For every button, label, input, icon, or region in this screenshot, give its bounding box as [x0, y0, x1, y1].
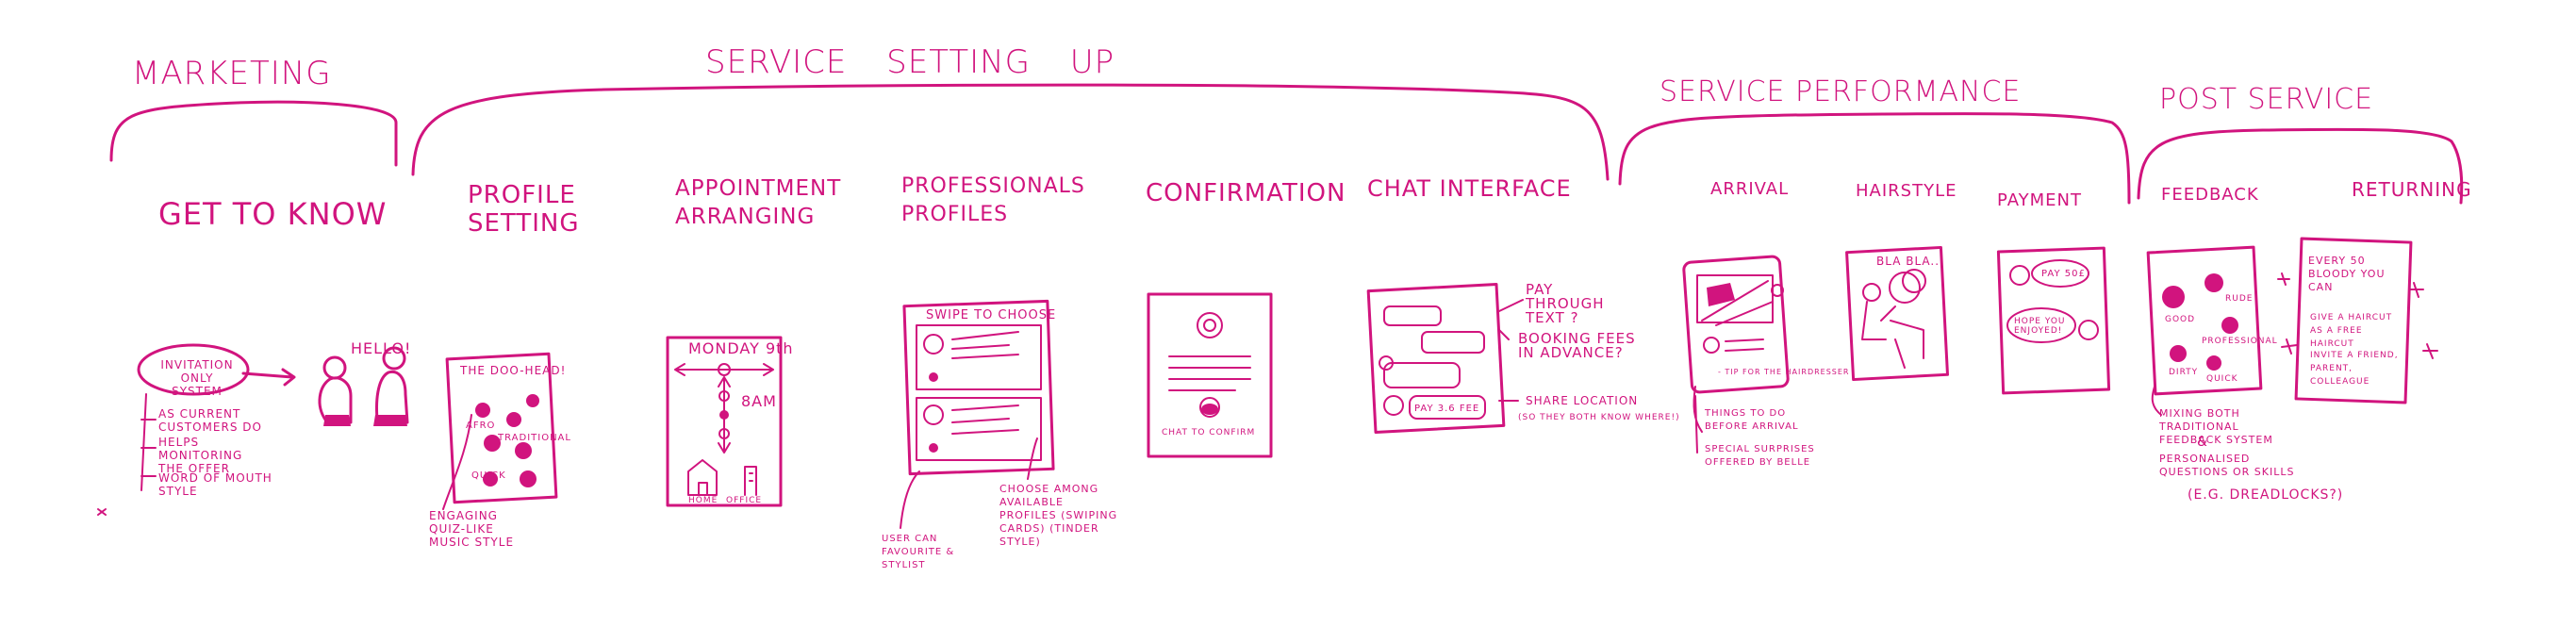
- stage-profile-setting: PROFILE SETTING: [468, 181, 580, 238]
- greeting-text: HELLO!: [351, 339, 412, 357]
- office-icon: [744, 466, 757, 496]
- stage-appointment-arranging: APPOINTMENT ARRANGING: [675, 176, 842, 229]
- arrival-note-1: THINGS TO DO BEFORE ARRIVAL: [1705, 408, 1799, 432]
- brace-service-setting-up: [411, 83, 1610, 181]
- chat-note-booking: BOOKING FEES IN ADVANCE?: [1518, 330, 1636, 361]
- get-to-know-note-2: HELPS MONITORING THE OFFER: [158, 436, 243, 475]
- stage-professionals-profiles: PROFESSIONALS PROFILES: [901, 174, 1085, 226]
- stage-payment: PAYMENT: [1997, 190, 2082, 210]
- chat-note-location: SHARE LOCATION: [1526, 394, 1639, 407]
- feedback-note-amp: &: [2197, 435, 2208, 450]
- feedback-bubble-rude: RUDE: [2225, 294, 2254, 304]
- phase-service-setting-up: SERVICE SETTING UP: [705, 43, 1115, 81]
- payment-bubble-1: PAY 50£: [2041, 269, 2086, 279]
- professionals-screen: [902, 299, 1055, 476]
- feedback-note-3: (E.G. DREADLOCKS?): [2188, 487, 2344, 503]
- feedback-bubble-dirty: DIRTY: [2169, 368, 2199, 377]
- phase-post-service: POST SERVICE: [2159, 83, 2374, 116]
- feedback-bubble-quick: QUICK: [2206, 374, 2238, 384]
- phase-marketing: MARKETING: [132, 55, 332, 92]
- hairstyle-speech: BLA BLA...: [1876, 255, 1944, 268]
- professionals-screen-title: SWIPE TO CHOOSE: [926, 308, 1057, 322]
- profile-screen-title: THE DOO-HEAD!: [460, 364, 567, 377]
- chat-row-text: PAY 3.6 FEE: [1414, 404, 1480, 414]
- feedback-bubble-professional: PROFESSIONAL: [2202, 337, 2278, 346]
- stage-arrival: ARRIVAL: [1710, 179, 1790, 199]
- feedback-note-2: PERSONALISED QUESTIONS OR SKILLS: [2159, 453, 2295, 478]
- returning-text: EVERY 50 BLOODY YOU CAN: [2308, 255, 2386, 293]
- arrival-note-2: SPECIAL SURPRISES OFFERED BY BELLE: [1705, 444, 1815, 468]
- professionals-note-left: USER CAN FAVOURITE & STYLIST: [882, 534, 955, 570]
- profile-bubble-quick: QUICK: [471, 470, 506, 481]
- stage-feedback: FEEDBACK: [2161, 185, 2259, 205]
- stage-chat-interface: CHAT INTERFACE: [1367, 175, 1572, 202]
- figure-right: [375, 370, 409, 424]
- stage-returning: RETURNING: [2352, 178, 2472, 201]
- appointment-home: HOME: [688, 496, 718, 505]
- stage-get-to-know: GET TO KNOW: [158, 196, 388, 232]
- confirmation-button-text: CHAT TO CONFIRM: [1162, 428, 1256, 437]
- stage-confirmation: CONFIRMATION: [1146, 179, 1346, 207]
- brace-marketing: [109, 100, 398, 167]
- profile-bubble-afro: AFRO: [466, 421, 496, 431]
- profile-bubble-traditional: TRADITIONAL: [498, 433, 571, 443]
- stage-hairstyle: HAIRSTYLE: [1856, 181, 1957, 201]
- get-to-know-note-1: AS CURRENT CUSTOMERS DO: [158, 407, 262, 434]
- star-icon: [2281, 338, 2298, 355]
- payment-bubble-2: HOPE YOU ENJOYED!: [2014, 317, 2066, 336]
- chat-note-pay: PAY THROUGH TEXT ?: [1526, 281, 1605, 326]
- chat-note-location-sub: (SO THEY BOTH KNOW WHERE!): [1518, 413, 1680, 422]
- returning-bullet-2: INVITE A FRIEND, PARENT, COLLEAGUE: [2310, 351, 2399, 387]
- appointment-day: MONDAY 9th: [688, 339, 794, 357]
- arrival-screen-line: - TIP FOR THE HAIRDRESSER: [1718, 368, 1850, 376]
- get-to-know-note-3: WORD OF MOUTH STYLE: [158, 471, 272, 498]
- storyboard: MARKETING SERVICE SETTING UP SERVICE PER…: [0, 0, 2576, 623]
- feedback-note-1: MIXING BOTH TRADITIONAL FEEDBACK SYSTEM: [2159, 407, 2273, 446]
- appointment-office: OFFICE: [726, 496, 763, 505]
- appointment-time: 8AM: [741, 392, 777, 410]
- professionals-note-right: CHOOSE AMONG AVAILABLE PROFILES (SWIPING…: [999, 483, 1118, 548]
- house-icon: [687, 459, 718, 496]
- returning-bullet-1: GIVE A HAIRCUT AS A FREE HAIRCUT: [2310, 313, 2393, 349]
- invitation-bubble-text: INVITATION ONLY SYSTEM: [160, 358, 234, 398]
- phase-service-performance: SERVICE PERFORMANCE: [1660, 75, 2022, 108]
- feedback-bubble-good: GOOD: [2165, 315, 2196, 324]
- profile-note: ENGAGING QUIZ-LIKE MUSIC STYLE: [429, 509, 515, 549]
